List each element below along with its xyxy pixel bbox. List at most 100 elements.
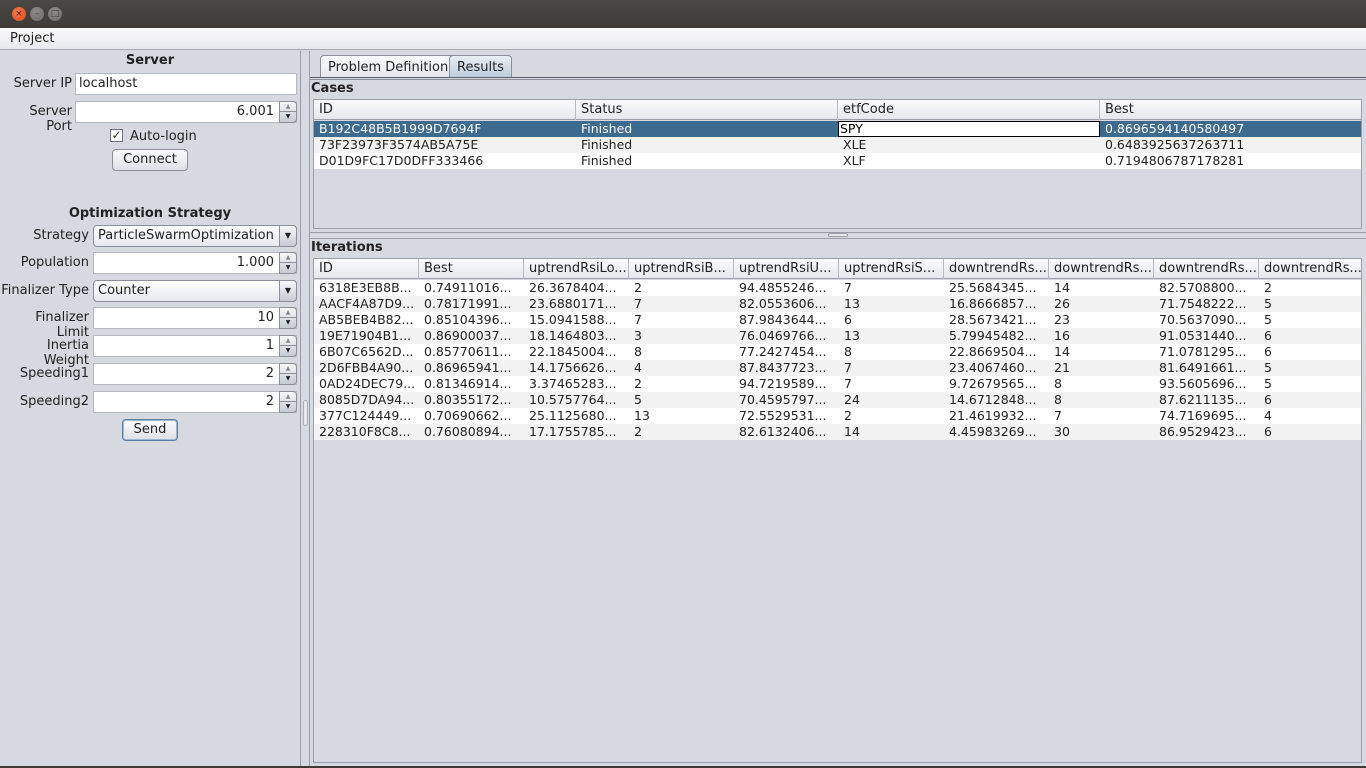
table-cell[interactable]: 71.0781295... [1154,344,1259,360]
spin-down-icon[interactable]: ▼ [280,374,296,384]
table-row[interactable]: 8085D7DA94... 0.80355172... 10.5757764... 5… [314,392,1361,408]
table-cell[interactable]: D01D9FC17D0DFF333466 [314,153,576,169]
finalizer-limit-spin-buttons[interactable]: ▲ ▼ [279,307,297,329]
vertical-split-divider[interactable] [300,51,310,768]
server-ip-input[interactable]: localhost [75,73,297,95]
table-cell[interactable]: Finished [576,153,838,169]
table-cell[interactable]: 8085D7DA94... [314,392,419,408]
table-cell[interactable]: 25.1125680... [524,408,629,424]
table-cell[interactable]: 9.72679565... [944,376,1049,392]
table-cell[interactable]: 3.37465283... [524,376,629,392]
column-header-id[interactable]: ID [314,100,576,120]
table-cell[interactable]: 74.7169695... [1154,408,1259,424]
table-cell[interactable]: 6 [1259,328,1361,344]
table-cell[interactable]: 82.0553606... [734,296,839,312]
spin-down-icon[interactable]: ▼ [280,112,296,122]
table-cell[interactable]: 25.5684345... [944,280,1049,296]
table-cell[interactable]: 26.3678404... [524,280,629,296]
table-row[interactable]: 73F23973F3574AB5A75E Finished XLE 0.6483925… [314,137,1361,153]
table-cell[interactable]: 0.85104396... [419,312,524,328]
server-port-spinner[interactable]: 6.001 ▲ ▼ [75,101,297,123]
table-cell[interactable]: 7 [629,296,734,312]
table-cell[interactable]: 22.8669504... [944,344,1049,360]
table-cell[interactable]: 14 [839,424,944,440]
table-cell[interactable]: 23 [1049,312,1154,328]
table-cell[interactable]: 4 [629,360,734,376]
table-row[interactable]: 6B07C6562D... 0.85770611... 22.1845004... 8… [314,344,1361,360]
column-header-best[interactable]: Best [1100,100,1361,120]
connect-button[interactable]: Connect [112,149,188,171]
table-cell[interactable]: 5 [1259,312,1361,328]
table-cell[interactable]: 6318E3EB8B... [314,280,419,296]
table-cell[interactable]: SPY [838,121,1100,137]
table-cell[interactable]: 7 [839,360,944,376]
table-cell[interactable]: 5 [1259,376,1361,392]
table-cell[interactable]: 0AD24DEC79... [314,376,419,392]
drag-handle-icon[interactable] [303,400,308,426]
table-cell[interactable]: 0.86965941... [419,360,524,376]
table-cell[interactable]: XLF [838,153,1100,169]
spin-up-icon[interactable]: ▲ [280,392,296,402]
table-cell[interactable]: 4 [1259,408,1361,424]
table-cell[interactable]: AACF4A87D9... [314,296,419,312]
table-cell[interactable]: 13 [839,328,944,344]
table-cell[interactable]: 6 [1259,392,1361,408]
table-cell[interactable]: 82.6132406... [734,424,839,440]
table-cell[interactable]: 24 [839,392,944,408]
column-header[interactable]: downtrendRs... [1049,259,1154,279]
speeding1-spin-buttons[interactable]: ▲ ▼ [279,363,297,385]
table-cell[interactable]: 0.76080894... [419,424,524,440]
table-cell[interactable]: 81.6491661... [1154,360,1259,376]
column-header[interactable]: downtrendRs... [944,259,1049,279]
table-row[interactable]: 377C124449... 0.70690662... 25.1125680... 1… [314,408,1361,424]
table-cell[interactable]: 19E71904B1... [314,328,419,344]
table-cell[interactable]: 2 [629,424,734,440]
table-cell[interactable]: XLE [838,137,1100,153]
spin-down-icon[interactable]: ▼ [280,346,296,356]
table-cell[interactable]: 5 [1259,360,1361,376]
table-cell[interactable]: 0.6483925637263711 [1100,137,1361,153]
table-cell[interactable]: 228310F8C8... [314,424,419,440]
table-cell[interactable]: 14.1756626... [524,360,629,376]
table-cell[interactable]: 8 [839,344,944,360]
table-cell[interactable]: 7 [1049,408,1154,424]
table-cell[interactable]: 7 [839,280,944,296]
population-spinner[interactable]: 1.000 ▲ ▼ [93,252,297,274]
spin-up-icon[interactable]: ▲ [280,253,296,263]
table-cell[interactable]: 94.7219589... [734,376,839,392]
table-cell[interactable]: 2 [839,408,944,424]
table-cell[interactable]: 13 [839,296,944,312]
table-cell[interactable]: 8 [1049,392,1154,408]
table-cell[interactable]: 5 [629,392,734,408]
table-cell[interactable]: 0.70690662... [419,408,524,424]
column-header[interactable]: Best [419,259,524,279]
table-cell[interactable]: 0.80355172... [419,392,524,408]
table-cell[interactable]: 22.1845004... [524,344,629,360]
column-header[interactable]: uptrendRsiB... [629,259,734,279]
server-port-spin-buttons[interactable]: ▲ ▼ [279,101,297,123]
table-cell[interactable]: 23.6880171... [524,296,629,312]
spin-down-icon[interactable]: ▼ [280,263,296,273]
table-row[interactable]: 2D6FBB4A90... 0.86965941... 14.1756626... 4… [314,360,1361,376]
table-cell[interactable]: AB5BEB4B82... [314,312,419,328]
table-cell[interactable]: 71.7548222... [1154,296,1259,312]
table-row[interactable]: 0AD24DEC79... 0.81346914... 3.37465283... 2… [314,376,1361,392]
table-cell[interactable]: 76.0469766... [734,328,839,344]
table-row[interactable]: D01D9FC17D0DFF333466 Finished XLF 0.7194806… [314,153,1361,169]
spin-down-icon[interactable]: ▼ [280,318,296,328]
column-header[interactable]: uptrendRsiS... [839,259,944,279]
table-cell[interactable]: 93.5605696... [1154,376,1259,392]
table-row[interactable]: B192C48B5B1999D7694F Finished SPY 0.8696594… [314,121,1361,137]
maximize-window-button[interactable]: □ [48,7,62,21]
table-cell[interactable]: 16 [1049,328,1154,344]
column-header-status[interactable]: Status [576,100,838,120]
column-header-etfcode[interactable]: etfCode [838,100,1100,120]
table-cell[interactable]: 70.4595797... [734,392,839,408]
table-cell[interactable]: 87.8437723... [734,360,839,376]
speeding2-spinner[interactable]: 2 ▲ ▼ [93,391,297,413]
table-cell[interactable]: 70.5637090... [1154,312,1259,328]
table-cell[interactable]: 6 [1259,424,1361,440]
table-cell[interactable]: 91.0531440... [1154,328,1259,344]
tab-results[interactable]: Results [449,55,512,78]
table-row[interactable]: AB5BEB4B82... 0.85104396... 15.0941588... 7… [314,312,1361,328]
